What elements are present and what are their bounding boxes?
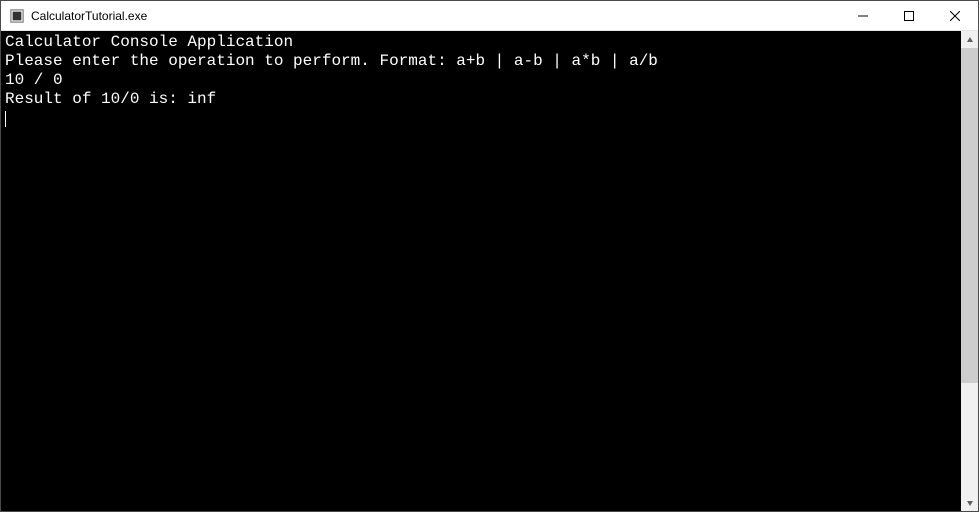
maximize-button[interactable] — [886, 1, 932, 30]
titlebar: CalculatorTutorial.exe — [1, 1, 978, 31]
minimize-button[interactable] — [840, 1, 886, 30]
scrollbar-thumb[interactable] — [961, 48, 978, 383]
close-button[interactable] — [932, 1, 978, 30]
cursor-icon — [5, 111, 6, 127]
scrollbar-track[interactable] — [961, 48, 978, 494]
console-line: Calculator Console Application — [5, 33, 957, 52]
window-controls — [840, 1, 978, 30]
app-icon — [9, 8, 25, 24]
window-title: CalculatorTutorial.exe — [31, 9, 840, 23]
console-line: Result of 10/0 is: inf — [5, 90, 957, 109]
scroll-down-button[interactable] — [961, 494, 978, 511]
console-line: 10 / 0 — [5, 71, 957, 90]
console-output[interactable]: Calculator Console ApplicationPlease ent… — [1, 31, 961, 511]
vertical-scrollbar[interactable] — [961, 31, 978, 511]
console-line: Please enter the operation to perform. F… — [5, 52, 957, 71]
console-area: Calculator Console ApplicationPlease ent… — [1, 31, 978, 511]
scroll-up-button[interactable] — [961, 31, 978, 48]
